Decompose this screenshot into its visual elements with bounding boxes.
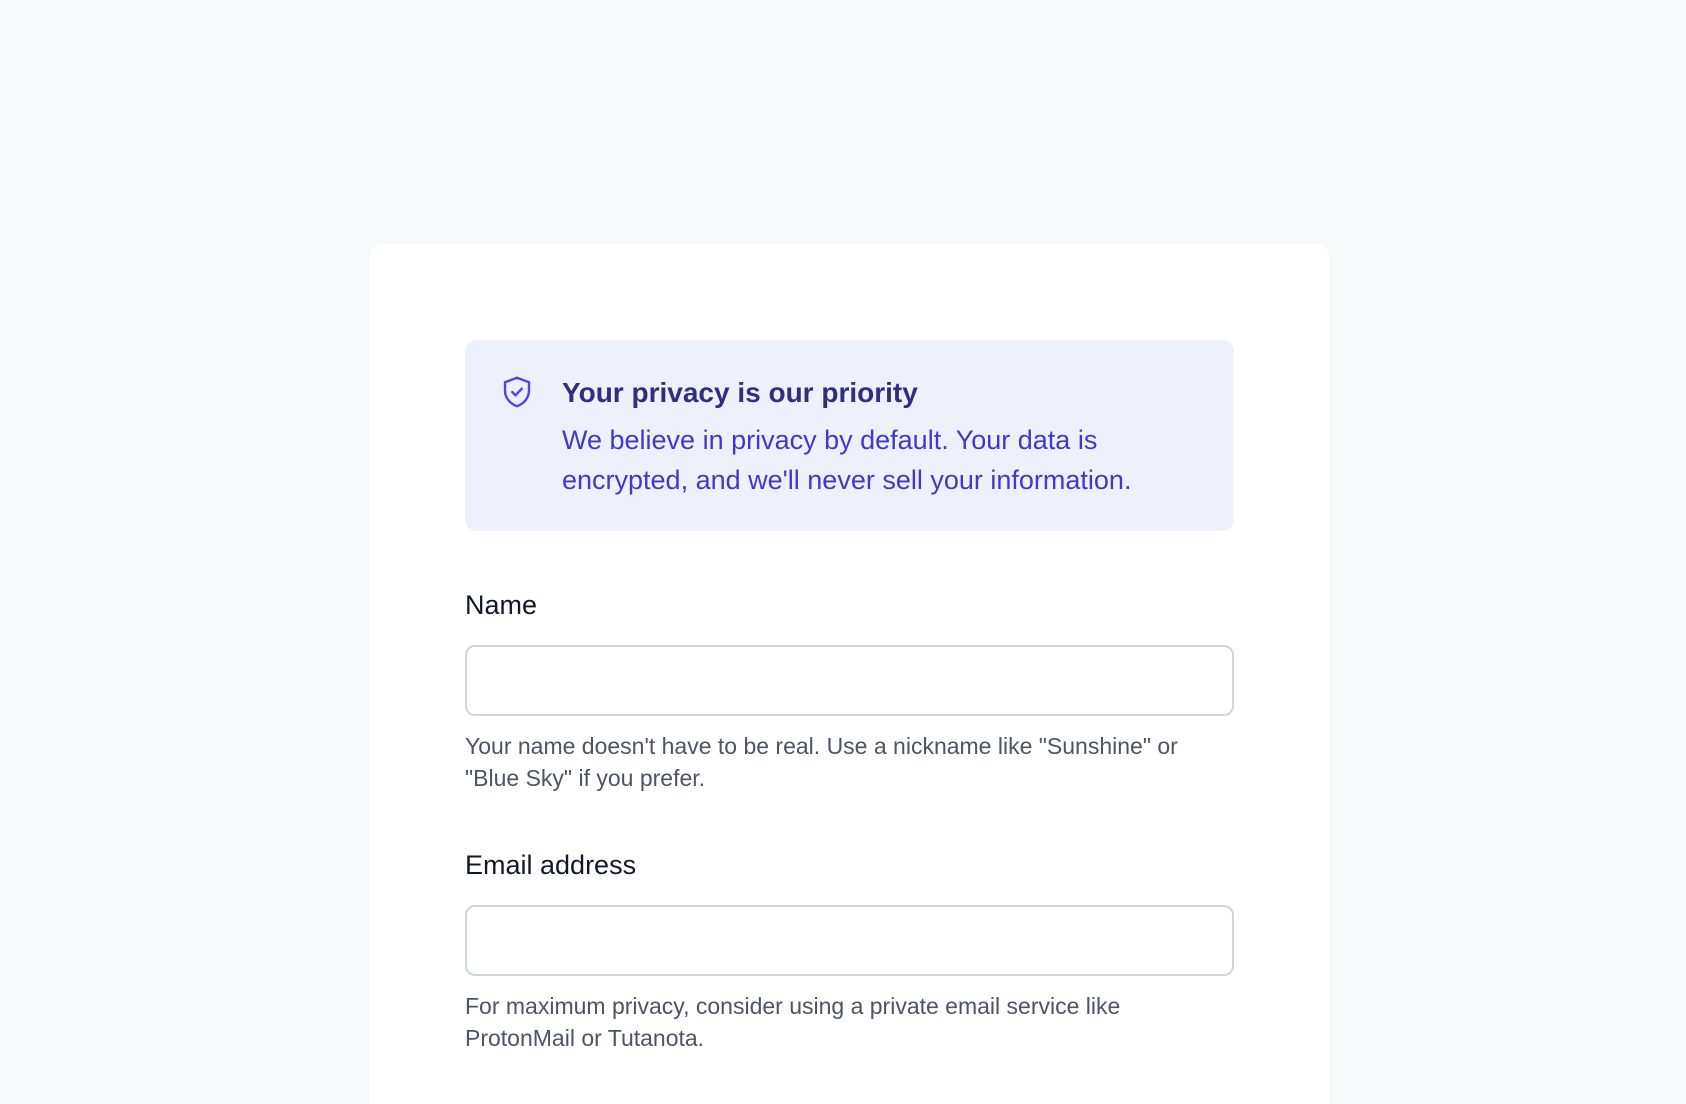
shield-check-icon: [499, 374, 535, 410]
name-label: Name: [465, 590, 538, 620]
name-input[interactable]: [465, 645, 1234, 716]
signup-card: Your privacy is our priority We believe …: [369, 244, 1330, 1104]
name-help-text: Your name doesn't have to be real. Use a…: [465, 733, 1178, 791]
privacy-notice: Your privacy is our priority We believe …: [465, 340, 1234, 531]
privacy-notice-title: Your privacy is our priority: [562, 377, 918, 408]
email-input[interactable]: [465, 905, 1234, 976]
email-label: Email address: [465, 850, 637, 880]
email-help-text: For maximum privacy, consider using a pr…: [465, 993, 1121, 1051]
page: Your privacy is our priority We believe …: [0, 0, 1686, 1104]
privacy-notice-body: We believe in privacy by default. Your d…: [562, 425, 1132, 495]
